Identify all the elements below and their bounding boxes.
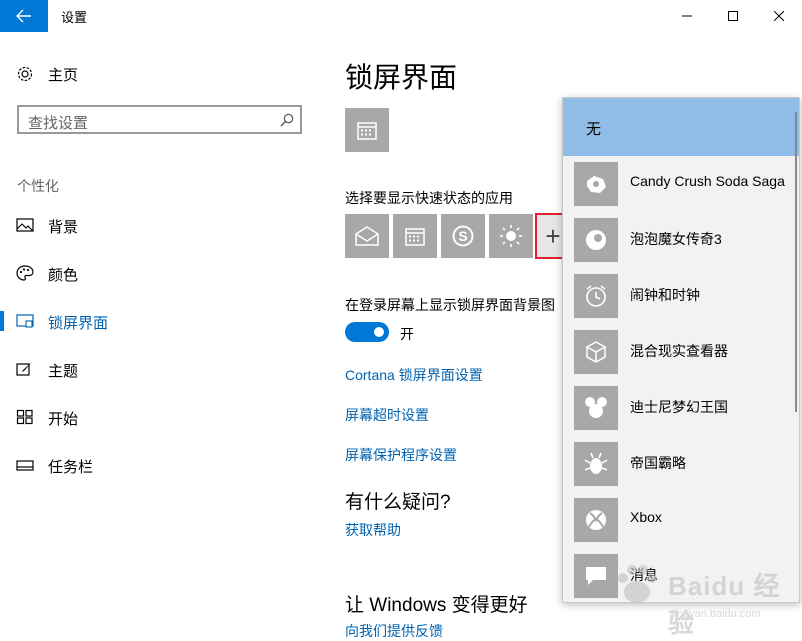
sidebar-item-themes[interactable]: 主题: [0, 354, 320, 384]
watermark-text: Baidu 经验: [668, 571, 781, 638]
app-option[interactable]: 混合现实查看器: [563, 324, 799, 380]
section-heading: 个性化: [17, 178, 59, 194]
quick-app-skype[interactable]: S: [441, 214, 485, 258]
search-placeholder: 查找设置: [28, 115, 89, 132]
nav-home-label: 主页: [48, 66, 79, 84]
brush-icon: [16, 362, 32, 376]
picture-icon: [16, 218, 34, 232]
question-heading: 有什么疑问?: [345, 492, 451, 513]
app-option[interactable]: Candy Crush Soda Saga: [563, 156, 799, 212]
sidebar-item-lockscreen[interactable]: 锁屏界面: [0, 306, 320, 336]
page-title: 锁屏界面: [345, 62, 458, 93]
sidebar-item-label: 背景: [48, 219, 79, 236]
calendar-icon: [405, 228, 425, 246]
feedback-link[interactable]: 向我们提供反馈: [345, 621, 443, 641]
alarm-clock-icon: [574, 274, 618, 318]
quick-app-calendar[interactable]: [393, 214, 437, 258]
maximize-button[interactable]: [710, 0, 756, 32]
app-option-label: 混合现实查看器: [630, 343, 728, 359]
arrow-left-icon: [16, 9, 31, 23]
search-input[interactable]: 查找设置: [17, 105, 302, 134]
gear-icon: [17, 66, 33, 82]
app-option[interactable]: 帝国霸略: [563, 436, 799, 492]
app-option-label: 迪士尼梦幻王国: [630, 399, 728, 415]
xbox-icon: [574, 498, 618, 542]
sidebar-item-label: 开始: [48, 411, 79, 428]
paw-logo-icon: [618, 565, 657, 603]
app-picker-flyout: 无 Candy Crush Soda Saga 泡泡魔女传奇3 闹钟和时钟 混合…: [562, 97, 800, 603]
watermark: Baidu 经验 jingyan.baidu.com: [612, 560, 792, 638]
window-title: 设置: [61, 10, 88, 25]
sidebar-item-label: 颜色: [48, 267, 79, 284]
watermark-url: jingyan.baidu.com: [672, 608, 761, 620]
close-icon: [774, 11, 784, 21]
svg-text:S: S: [458, 228, 467, 244]
back-button[interactable]: [0, 0, 48, 32]
maximize-icon: [728, 11, 738, 21]
sidebar-item-taskbar[interactable]: 任务栏: [0, 450, 320, 480]
sidebar-item-start[interactable]: 开始: [0, 402, 320, 432]
toggle-state-label: 开: [400, 326, 414, 342]
app-option-label: 帝国霸略: [630, 455, 686, 471]
app-option-label: 无: [586, 121, 602, 138]
app-option[interactable]: 闹钟和时钟: [563, 268, 799, 324]
screensaver-link[interactable]: 屏幕保护程序设置: [345, 445, 457, 465]
bubble-icon: [574, 218, 618, 262]
calendar-icon: [357, 122, 377, 140]
background-toggle-label: 在登录屏幕上显示锁屏界面背景图: [345, 297, 555, 313]
app-option-label: Candy Crush Soda Saga: [630, 173, 785, 189]
mouse-ears-icon: [574, 386, 618, 430]
minimize-icon: [682, 15, 692, 17]
sidebar-item-label: 主题: [48, 363, 79, 380]
lockscreen-icon: [16, 314, 34, 328]
nav-home[interactable]: 主页: [16, 60, 78, 88]
quick-app-weather[interactable]: [489, 214, 533, 258]
background-toggle[interactable]: [345, 322, 389, 342]
bug-icon: [574, 442, 618, 486]
close-button[interactable]: [756, 0, 802, 32]
weather-icon: [500, 225, 522, 247]
cortana-settings-link[interactable]: Cortana 锁屏界面设置: [345, 365, 483, 385]
sidebar-item-background[interactable]: 背景: [0, 210, 320, 240]
toggle-knob: [374, 327, 384, 337]
cube-icon: [574, 330, 618, 374]
active-indicator: [0, 311, 4, 331]
app-option-label: 泡泡魔女传奇3: [630, 231, 722, 247]
taskbar-icon: [16, 460, 34, 471]
screen-timeout-link[interactable]: 屏幕超时设置: [345, 405, 429, 425]
app-option[interactable]: 泡泡魔女传奇3: [563, 212, 799, 268]
app-option-label: 闹钟和时钟: [630, 287, 700, 303]
quick-status-label: 选择要显示快速状态的应用: [345, 190, 513, 206]
quick-app-mail[interactable]: [345, 214, 389, 258]
sidebar-item-colors[interactable]: 颜色: [0, 258, 320, 288]
app-option[interactable]: Xbox: [563, 492, 799, 548]
app-option[interactable]: 迪士尼梦幻王国: [563, 380, 799, 436]
detailed-status-app-button[interactable]: [345, 108, 389, 152]
improve-heading: 让 Windows 变得更好: [345, 595, 528, 616]
search-icon[interactable]: [280, 113, 294, 127]
app-option-label: Xbox: [630, 509, 662, 525]
title-bar: 设置: [0, 0, 802, 32]
candy-icon: [574, 162, 618, 206]
start-grid-icon: [16, 409, 33, 425]
app-option-none[interactable]: 无: [563, 98, 799, 156]
palette-icon: [16, 265, 34, 281]
get-help-link[interactable]: 获取帮助: [345, 520, 401, 540]
minimize-button[interactable]: [664, 0, 710, 32]
sidebar-item-label: 任务栏: [48, 459, 94, 476]
skype-icon: S: [452, 225, 474, 247]
mail-icon: [355, 226, 379, 246]
sidebar-item-label: 锁屏界面: [48, 315, 109, 332]
